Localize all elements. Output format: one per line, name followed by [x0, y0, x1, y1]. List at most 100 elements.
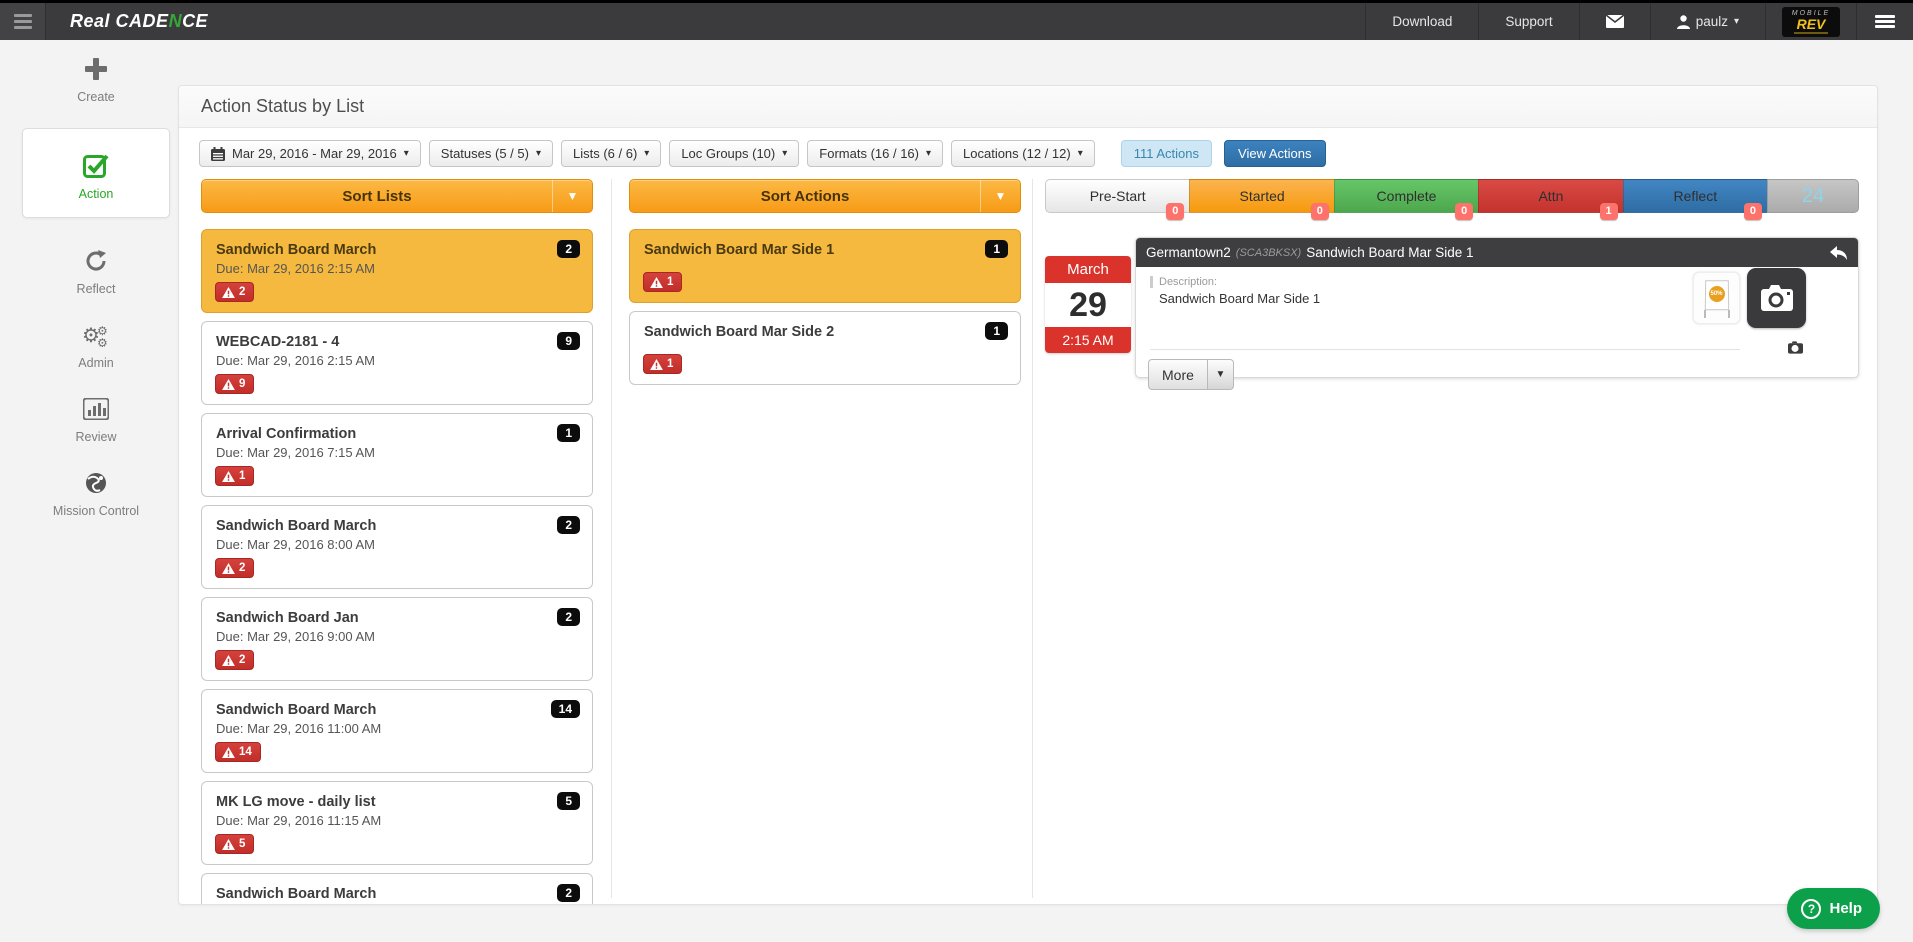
chevron-down-icon: ▾: [926, 149, 931, 159]
checkbox-icon: [23, 151, 169, 181]
filter-bar: Mar 29, 2016 - Mar 29, 2016 ▾ Statuses (…: [199, 140, 1326, 167]
tab-badge: 1: [1600, 203, 1618, 220]
warning-triangle-icon: [222, 839, 235, 850]
status-tabs: Pre-Start 0 Started 0 Complete 0 Attn 1 …: [1045, 179, 1859, 213]
calendar-icon: [211, 147, 225, 161]
sort-actions-button[interactable]: Sort Actions ▼: [629, 179, 1021, 213]
question-mark-icon: ?: [1801, 899, 1821, 919]
tab-badge: 0: [1166, 203, 1184, 220]
right-menu-toggle-button[interactable]: [1856, 3, 1913, 40]
warning-triangle-icon: [222, 563, 235, 574]
date-range-picker[interactable]: Mar 29, 2016 - Mar 29, 2016 ▾: [199, 140, 421, 167]
svg-text:⚙: ⚙: [97, 336, 108, 347]
list-card[interactable]: Sandwich Board March Due: Mar 29, 2016 1…: [201, 873, 593, 905]
column-divider: [1032, 179, 1033, 898]
description-label: Description:: [1150, 276, 1217, 288]
top-navbar: Real CADENCE Download Support paulz ▾ MO…: [0, 0, 1913, 40]
reply-icon[interactable]: [1829, 245, 1848, 261]
nav-support[interactable]: Support: [1478, 3, 1578, 40]
count-badge: 14: [551, 700, 580, 718]
status-tab-complete[interactable]: Complete 0: [1334, 179, 1478, 213]
photo-thumbnail[interactable]: 50%: [1693, 272, 1740, 324]
warning-badge: 2: [215, 282, 254, 302]
more-dropdown-toggle[interactable]: ▼: [1208, 359, 1234, 390]
tab-badge: 0: [1311, 203, 1329, 220]
list-card[interactable]: Sandwich Board March Due: Mar 29, 2016 8…: [201, 505, 593, 589]
status-tab-pre-start[interactable]: Pre-Start 0: [1045, 179, 1189, 213]
list-card[interactable]: WEBCAD-2181 - 4 Due: Mar 29, 2016 2:15 A…: [201, 321, 593, 405]
sidebar-item-mission-control[interactable]: Mission Control: [18, 454, 174, 528]
filter-locations-button[interactable]: Locations (12 / 12)▾: [951, 140, 1095, 167]
sidebar-item-create[interactable]: Create: [18, 40, 174, 114]
count-badge: 1: [985, 322, 1008, 340]
filter-lists-button[interactable]: Lists (6 / 6)▾: [561, 140, 661, 167]
list-card[interactable]: Sandwich Board Jan Due: Mar 29, 2016 9:0…: [201, 597, 593, 681]
tab-badge: 0: [1455, 203, 1473, 220]
camera-button[interactable]: [1747, 268, 1806, 328]
status-tab-attn[interactable]: Attn 1: [1478, 179, 1622, 213]
main-panel: Action Status by List Mar 29, 2016 - Mar…: [178, 85, 1878, 905]
help-button[interactable]: ? Help: [1787, 888, 1880, 929]
nav-messages[interactable]: [1579, 3, 1650, 40]
count-badge: 2: [557, 240, 580, 258]
list-card[interactable]: Sandwich Board Mar Side 1 1 1: [629, 229, 1021, 303]
due-date-block: March 29 2:15 AM: [1045, 256, 1131, 353]
action-detail-card: Germantown2 (SCA3BKSX) Sandwich Board Ma…: [1135, 237, 1859, 378]
status-tab-reflect[interactable]: Reflect 0: [1623, 179, 1767, 213]
status-tab-started[interactable]: Started 0: [1189, 179, 1333, 213]
view-actions-button[interactable]: View Actions: [1224, 140, 1325, 167]
nav-download[interactable]: Download: [1365, 3, 1478, 40]
warning-triangle-icon: [650, 359, 663, 370]
sidebar-item-review[interactable]: Review: [18, 380, 174, 454]
plus-icon: [18, 54, 174, 84]
globe-icon: [18, 468, 174, 498]
camera-count-icon[interactable]: [1788, 341, 1803, 354]
sidebar-item-admin[interactable]: ⚙⚙⚙ Admin: [18, 306, 174, 380]
actions-count-badge: 111 Actions: [1121, 140, 1212, 167]
warning-triangle-icon: [222, 379, 235, 390]
list-card[interactable]: Sandwich Board March Due: Mar 29, 2016 2…: [201, 229, 593, 313]
camera-icon: [1761, 285, 1793, 311]
count-badge: 2: [557, 516, 580, 534]
sidebar-item-reflect[interactable]: Reflect: [18, 232, 174, 306]
list-card[interactable]: Sandwich Board March Due: Mar 29, 2016 1…: [201, 689, 593, 773]
filter-formats-button[interactable]: Formats (16 / 16)▾: [807, 140, 943, 167]
filter-statuses-button[interactable]: Statuses (5 / 5)▾: [429, 140, 553, 167]
due-day: 29: [1045, 283, 1131, 327]
detail-location: Germantown2: [1146, 245, 1231, 260]
sidebar-item-action[interactable]: Action: [22, 128, 170, 218]
count-badge: 5: [557, 792, 580, 810]
detail-column: Pre-Start 0 Started 0 Complete 0 Attn 1 …: [1045, 179, 1859, 213]
more-button[interactable]: More: [1148, 359, 1208, 390]
chevron-down-icon: ▾: [782, 149, 787, 159]
menu-toggle-button[interactable]: [0, 3, 46, 40]
warning-badge: 14: [215, 742, 261, 762]
chevron-down-icon: ▼: [980, 180, 1020, 212]
warning-triangle-icon: [222, 471, 235, 482]
due-time: 2:15 AM: [1045, 327, 1131, 353]
total-count-segment[interactable]: 24: [1767, 179, 1859, 213]
list-card[interactable]: Arrival Confirmation Due: Mar 29, 2016 7…: [201, 413, 593, 497]
count-badge: 2: [557, 608, 580, 626]
chevron-down-icon: ▾: [404, 149, 409, 159]
gears-icon: ⚙⚙⚙: [18, 320, 174, 350]
actions-column: Sort Actions ▼ Sandwich Board Mar Side 1…: [629, 179, 1021, 385]
list-card[interactable]: Sandwich Board Mar Side 2 1 1: [629, 311, 1021, 385]
filter-loc-button[interactable]: Loc Groups (10)▾: [669, 140, 799, 167]
sort-lists-button[interactable]: Sort Lists ▼: [201, 179, 593, 213]
chevron-down-icon: ▼: [552, 180, 592, 212]
warning-badge: 5: [215, 834, 254, 854]
sandwich-board-image: 50%: [1702, 278, 1732, 318]
warning-triangle-icon: [222, 287, 235, 298]
lists-column: Sort Lists ▼ Sandwich Board March Due: M…: [201, 179, 593, 905]
description-text: Sandwich Board Mar Side 1: [1159, 291, 1320, 306]
chevron-down-icon: ▾: [1078, 149, 1083, 159]
list-card[interactable]: MK LG move - daily list Due: Mar 29, 201…: [201, 781, 593, 865]
warning-badge: 2: [215, 650, 254, 670]
count-badge: 9: [557, 332, 580, 350]
user-menu[interactable]: paulz ▾: [1650, 3, 1765, 40]
person-icon: [1677, 15, 1690, 29]
rev-logo-link[interactable]: MOBILE REV: [1765, 3, 1856, 40]
more-button-group: More ▼: [1148, 359, 1234, 390]
hamburger-icon: [1875, 13, 1895, 30]
